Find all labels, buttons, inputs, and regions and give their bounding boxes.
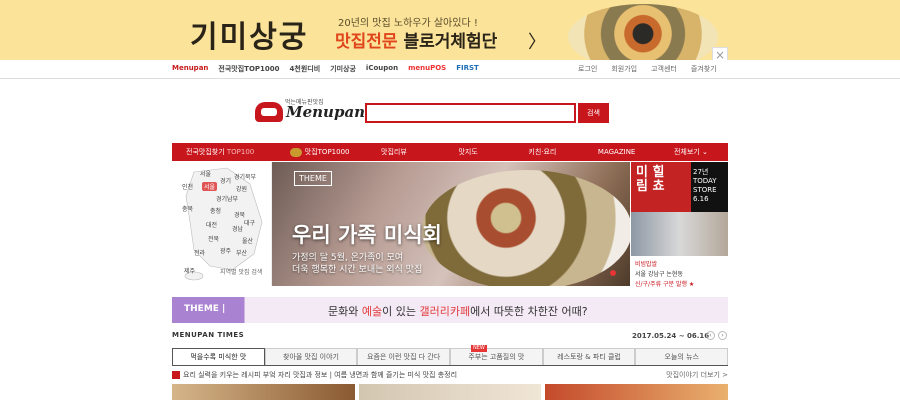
nav-item-map[interactable]: 맛지도 [431, 147, 505, 157]
main-nav: 전국맛집찾기 TOP100 맛집TOP1000 맛집리뷰 맛지도 키친·요리 M… [172, 143, 728, 161]
banner-headline-highlight: 맛집전문 [335, 32, 398, 52]
nav-item-region-search[interactable]: 전국맛집찾기 TOP100 [172, 147, 283, 157]
map-region[interactable]: 경남 [232, 224, 243, 233]
menupan-times-header: MENUPAN TIMES 2017.05.24 ~ 06.16 ‹ › [172, 331, 728, 345]
side-banner-ad[interactable]: 미 힐 림 쵸 27년 TODAY STORE 6.16 비빔밥쌀 서울 강남구… [631, 162, 728, 288]
family-link[interactable]: 전국맛집TOP1000 [218, 64, 279, 74]
news-icon [172, 371, 180, 379]
side-ad-big-text: 미 힐 림 쵸 [636, 165, 665, 194]
map-region[interactable]: 충청 [210, 206, 221, 215]
family-link[interactable]: 4천원디비 [290, 64, 321, 74]
news-text: 요리 실력을 키우는 레시피 부엌 자리 맛집과 정보 | 여름 냉면과 함께 … [183, 371, 458, 379]
carousel-indicator[interactable] [610, 270, 616, 276]
search-box [365, 103, 576, 123]
nav-item-magazine[interactable]: MAGAZINE [580, 148, 654, 156]
hero-title: 우리 가족 미식회 [292, 223, 442, 247]
map-region[interactable]: 서울 [200, 169, 211, 178]
nav-item-top1000[interactable]: 맛집TOP1000 [283, 147, 357, 157]
date-range: 2017.05.24 ~ 06.16 [632, 332, 710, 340]
bookmark-link[interactable]: 즐겨찾기 [691, 64, 717, 74]
tab[interactable]: 요즘은 이런 맛집 다 간다 [357, 348, 451, 365]
chevron-right-icon: 〉 [528, 32, 546, 53]
thumbnail-image[interactable] [545, 384, 729, 400]
nav-item-review[interactable]: 맛집리뷰 [357, 147, 431, 157]
side-ad-badge: 27년 TODAY STORE 6.16 [693, 168, 717, 203]
map-region[interactable]: 인천 [182, 182, 193, 191]
theme-banner[interactable]: THEME | 문화와 예술이 있는 갤러리카페에서 따뜻한 차한잔 어때? [172, 297, 728, 323]
top-banner-ad[interactable]: 기미상궁 20년의 맛집 노하우가 살아있다 ! 맛집전문 블로거체험단 〉 × [0, 0, 900, 60]
top-badge-icon [289, 147, 302, 157]
tab[interactable]: 찾아올 맛집 이야기 [264, 348, 358, 365]
tab-active[interactable]: 먹을수록 미식한 맛 [172, 348, 265, 365]
chevron-right-icon[interactable]: › [718, 331, 727, 340]
map-region[interactable]: 광주 [220, 246, 231, 255]
search-button[interactable]: 검색 [578, 103, 609, 123]
hero-theme-tag: THEME [294, 171, 332, 186]
side-ad-header: 미 힐 림 쵸 27년 TODAY STORE 6.16 [631, 162, 728, 212]
banner-food-image [568, 4, 718, 60]
map-region[interactable]: 경기 [220, 176, 231, 185]
new-badge: NEW [471, 345, 487, 352]
side-ad-image [631, 212, 728, 256]
family-link[interactable]: menuPOS [408, 64, 446, 74]
more-link[interactable]: 맛집이야기 더보기 > [666, 370, 728, 380]
theme-label: THEME | [184, 304, 226, 314]
banner-headline: 맛집전문 블로거체험단 [335, 27, 497, 52]
tab[interactable]: NEW 주부는 고품질의 맛 [450, 345, 543, 365]
tab[interactable]: 오늘의 뉴스 [635, 348, 729, 365]
news-line[interactable]: 요리 실력을 키우는 레시피 부엌 자리 맛집과 정보 | 여름 냉면과 함께 … [172, 370, 728, 382]
map-region[interactable]: 대전 [206, 220, 217, 229]
search-input[interactable] [367, 105, 574, 121]
map-region[interactable]: 대구 [244, 218, 255, 227]
family-link[interactable]: FIRST [456, 64, 479, 74]
family-site-links: Menupan 전국맛집TOP1000 4천원디비 기미상궁 iCoupon m… [172, 64, 479, 74]
map-region[interactable]: 경기남부 [216, 194, 238, 203]
hero-carousel[interactable]: THEME 우리 가족 미식회 가정의 달 5월, 온가족이 모여 더욱 행복한 … [272, 162, 630, 286]
side-ad-title: 비빔밥쌀 [635, 261, 658, 268]
nav-item-kitchen[interactable]: 키친·요리 [505, 147, 579, 157]
map-region[interactable]: 전라 [194, 248, 205, 257]
banner-logo: 기미상궁 [190, 20, 309, 55]
chevron-left-icon[interactable]: ‹ [706, 331, 715, 340]
hero-food-image [422, 170, 630, 286]
banner-headline-rest: 블로거체험단 [397, 32, 498, 52]
times-tabs: 먹을수록 미식한 맛 찾아올 맛집 이야기 요즘은 이런 맛집 다 간다 NEW… [172, 345, 729, 366]
map-region[interactable]: 전북 [208, 234, 219, 243]
site-logo[interactable]: 먹는메뉴판맛집 Menupan [255, 99, 365, 122]
map-region[interactable]: 경기북부 [234, 172, 256, 181]
close-icon[interactable]: × [712, 47, 728, 60]
map-region[interactable]: 충북 [182, 204, 193, 213]
tab[interactable]: 레스토랑 & 파티 클럽 [542, 348, 636, 365]
theme-banner-text: 문화와 예술이 있는 갤러리카페에서 따뜻한 차한잔 어때? [328, 305, 588, 318]
map-region[interactable]: 제주 [184, 266, 195, 275]
utility-links: 로그인 회원가입 고객센터 즐겨찾기 [578, 64, 717, 74]
logo-tagline: 먹는메뉴판맛집 [285, 99, 324, 106]
thumbnail-image[interactable] [172, 384, 355, 400]
thumbnail-row [172, 384, 729, 400]
global-nav-bar: Menupan 전국맛집TOP1000 4천원디비 기미상궁 iCoupon m… [0, 61, 900, 79]
menupan-logo-icon [255, 102, 283, 122]
customer-center-link[interactable]: 고객센터 [651, 64, 677, 74]
family-link[interactable]: iCoupon [366, 64, 398, 74]
map-legend: 지역별 맛집 검색 [220, 269, 263, 276]
map-region[interactable]: 울산 [242, 236, 253, 245]
signup-link[interactable]: 회원가입 [611, 64, 637, 74]
hero-description: 가정의 달 5월, 온가족이 모여 더욱 행복한 시간 보내는 외식 맛집 [292, 253, 423, 275]
map-region[interactable]: 강원 [236, 184, 247, 193]
family-link[interactable]: 기미상궁 [330, 64, 356, 74]
family-link[interactable]: Menupan [172, 64, 208, 74]
side-ad-note: 신/구/주류 구분 발행 ★ [635, 281, 695, 288]
thumbnail-image[interactable] [358, 384, 542, 400]
login-link[interactable]: 로그인 [578, 64, 597, 74]
map-region[interactable]: 부산 [236, 248, 247, 257]
side-ad-location: 서울 강남구 논현동 [635, 271, 683, 278]
nav-item-view-all[interactable]: 전체보기 ⌄ [654, 147, 728, 157]
region-map: 서울 인천 서울 경기 강원 경기남부 경기북부 충북 충청 대전 경북 경남 … [172, 162, 272, 286]
map-region-active[interactable]: 서울 [202, 182, 218, 191]
